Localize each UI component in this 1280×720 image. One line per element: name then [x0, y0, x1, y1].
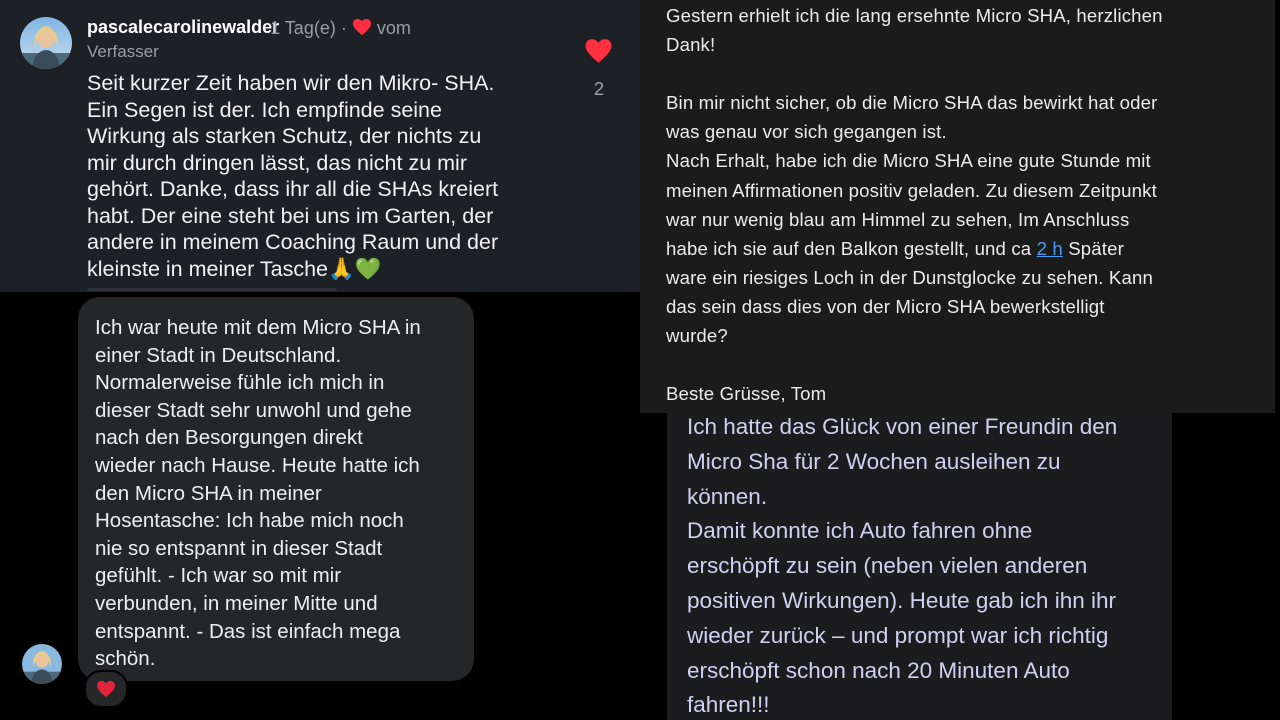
comment-panel: pascalecarolinewalder pascalecarolinewal… [0, 0, 640, 292]
heart-icon [352, 18, 372, 41]
message-bubble[interactable]: Ich war heute mit dem Micro SHA in einer… [78, 297, 474, 681]
testimonial-text: Ich hatte das Glück von einer Freundin d… [687, 414, 1118, 718]
email-text-after-link: Später ware ein riesiges Loch in der Dun… [666, 237, 1153, 405]
author-tag: Verfasser [87, 42, 159, 61]
comment-text: Seit kurzer Zeit haben wir den Mikro- SH… [87, 70, 557, 282]
reaction-badge[interactable] [84, 670, 128, 708]
comment-time: 1 Tag(e) [270, 18, 336, 38]
heart-reaction-icon [97, 680, 115, 698]
heart-like-icon[interactable] [584, 38, 613, 69]
meta-separator: · [340, 18, 347, 38]
divider [87, 288, 337, 291]
like-count: 2 [593, 79, 604, 99]
email-panel: Gestern erhielt ich die lang ersehnte Mi… [640, 0, 1275, 413]
avatar-photo-icon [22, 644, 62, 684]
message-text: Ich war heute mit dem Micro SHA in einer… [95, 316, 421, 671]
comment-emoji: 🙏💚 [328, 256, 382, 281]
chat-panel: Ich war heute mit dem Micro SHA in einer… [0, 292, 544, 720]
liked-by-label: vom [376, 18, 411, 38]
avatar-photo-icon [20, 17, 72, 69]
comment-meta: pascalecarolinewalder 1 Tag(e) · vom [87, 18, 411, 41]
sender-avatar[interactable] [22, 644, 62, 684]
duration-link[interactable]: 2 h [1037, 238, 1063, 259]
email-text: Gestern erhielt ich die lang ersehnte Mi… [666, 1, 1256, 408]
testimonial-panel: Ich hatte das Glück von einer Freundin d… [667, 413, 1172, 720]
avatar[interactable] [20, 17, 72, 69]
email-text-before-link: Gestern erhielt ich die lang ersehnte Mi… [666, 5, 1163, 259]
comment-text-content: Seit kurzer Zeit haben wir den Mikro- SH… [87, 71, 499, 281]
